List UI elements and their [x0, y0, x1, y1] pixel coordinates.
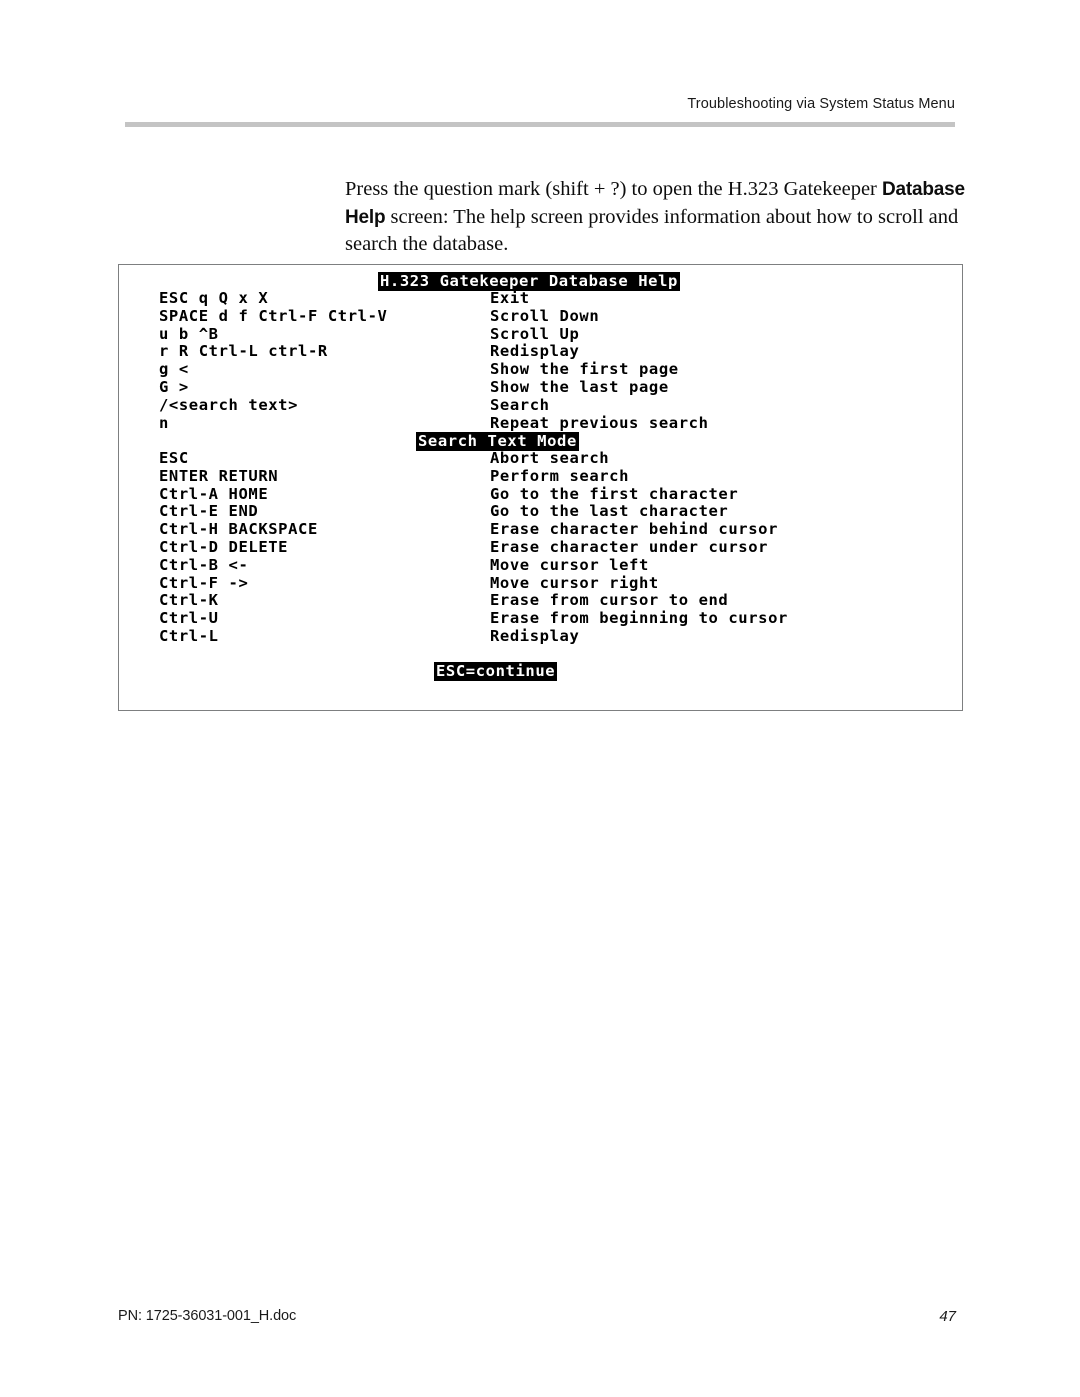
terminal-navigation_rows-row: g < Show the first page: [119, 360, 962, 379]
terminal-key-binding: Ctrl-E END: [159, 502, 259, 521]
terminal-navigation_rows-row: r R Ctrl-L ctrl-R Redisplay: [119, 343, 962, 361]
paragraph-text-tail: screen: The help screen provides informa…: [345, 205, 959, 256]
terminal-key-description: Scroll Up: [490, 324, 580, 343]
body-text-block: Press the question mark (shift + ?) to o…: [345, 176, 965, 259]
running-header-title: Troubleshooting via System Status Menu: [687, 96, 955, 112]
terminal-key-binding: Ctrl-K: [159, 591, 219, 610]
terminal-key-binding: /<search text>: [159, 395, 299, 414]
terminal-key-binding: ENTER RETURN: [159, 466, 279, 485]
terminal-search_rows-row: Ctrl-A HOME Go to the first character: [119, 484, 962, 504]
terminal-screenshot-frame: H.323 Gatekeeper Database Help Search Te…: [118, 264, 963, 711]
terminal-search_rows-row: Ctrl-U Erase from beginning to cursor: [119, 609, 962, 628]
terminal-key-binding: r R Ctrl-L ctrl-R: [159, 342, 328, 361]
footer-part-number: PN: 1725-36031-001_H.doc: [118, 1308, 297, 1324]
terminal-navigation_rows-row: /<search text> Search: [119, 395, 962, 415]
terminal-key-binding: Ctrl-U: [159, 609, 219, 628]
terminal-key-binding: Ctrl-L: [159, 627, 219, 645]
terminal-key-binding: ESC q Q x X: [159, 289, 269, 307]
terminal-key-binding: Ctrl-H BACKSPACE: [159, 520, 318, 539]
terminal-key-description: Redisplay: [490, 627, 580, 645]
terminal-screen: H.323 Gatekeeper Database Help Search Te…: [119, 265, 962, 710]
footer-page-number: 47: [939, 1308, 956, 1325]
terminal-key-description: Repeat previous search: [490, 413, 709, 432]
terminal-search_rows-row: Ctrl-E END Go to the last character: [119, 503, 962, 521]
terminal-key-binding: SPACE d f Ctrl-F Ctrl-V: [159, 306, 388, 325]
intro-paragraph: Press the question mark (shift + ?) to o…: [345, 176, 965, 259]
terminal-key-binding: Ctrl-B <-: [159, 555, 249, 574]
terminal-key-description: Erase from cursor to end: [490, 591, 729, 610]
terminal-key-binding: g <: [159, 360, 189, 379]
terminal-key-binding: G >: [159, 378, 189, 396]
terminal-navigation_rows-row: u b ^B Scroll Up: [119, 324, 962, 344]
terminal-key-binding: Ctrl-A HOME: [159, 484, 269, 503]
terminal-key-binding: Ctrl-F ->: [159, 573, 249, 592]
terminal-key-binding: Ctrl-D DELETE: [159, 538, 289, 556]
terminal-key-description: Erase character under cursor: [490, 538, 769, 556]
terminal-navigation_rows-row: SPACE d f Ctrl-F Ctrl-V Scroll Down: [119, 306, 962, 326]
terminal-search_rows-row: Ctrl-L Redisplay: [119, 627, 962, 646]
terminal-navigation_rows-row: G > Show the last page: [119, 378, 962, 397]
header-divider-rule: [125, 122, 955, 127]
terminal-key-description: Move cursor right: [490, 573, 659, 592]
terminal-key-description: Go to the last character: [490, 502, 729, 521]
terminal-search_rows-row: Ctrl-K Erase from cursor to end: [119, 592, 962, 610]
terminal-key-description: Move cursor left: [490, 555, 649, 574]
terminal-key-binding: ESC: [159, 449, 189, 467]
terminal-key-description: Perform search: [490, 466, 630, 485]
terminal-search_rows-row: Ctrl-D DELETE Erase character under curso…: [119, 538, 962, 557]
terminal-key-description: Go to the first character: [490, 484, 739, 503]
terminal-key-binding: u b ^B: [159, 324, 219, 343]
terminal-key-description: Erase from beginning to cursor: [490, 609, 788, 628]
terminal-key-description: Search: [490, 395, 550, 414]
terminal-key-description: Scroll Down: [490, 306, 600, 325]
terminal-search_rows-row: Ctrl-B <- Move cursor left: [119, 555, 962, 575]
terminal-key-description: Exit: [490, 289, 530, 307]
paragraph-text-lead: Press the question mark (shift + ?) to o…: [345, 178, 883, 200]
terminal-key-description: Abort search: [490, 449, 610, 467]
terminal-search_rows-row: ESC Abort search: [119, 449, 962, 468]
document-page: { "header": { "running_title": "Troubles…: [0, 0, 1080, 1397]
terminal-search_rows-row: Ctrl-F -> Move cursor right: [119, 573, 962, 593]
terminal-search_rows-row: ENTER RETURN Perform search: [119, 466, 962, 486]
terminal-key-binding: n: [159, 413, 169, 432]
terminal-key-description: Show the first page: [490, 360, 679, 379]
terminal-key-description: Redisplay: [490, 342, 580, 361]
terminal-continue-banner: ESC=continue: [434, 662, 558, 681]
page-footer: PN: 1725-36031-001_H.doc 47: [118, 1308, 956, 1334]
terminal-key-description: Erase character behind cursor: [490, 520, 779, 539]
terminal-search_rows-row: Ctrl-H BACKSPACE Erase character behind c…: [119, 520, 962, 539]
terminal-key-description: Show the last page: [490, 378, 669, 396]
terminal-navigation_rows-row: ESC q Q x X Exit: [119, 289, 962, 308]
terminal-navigation_rows-row: n Repeat previous search: [119, 413, 962, 433]
